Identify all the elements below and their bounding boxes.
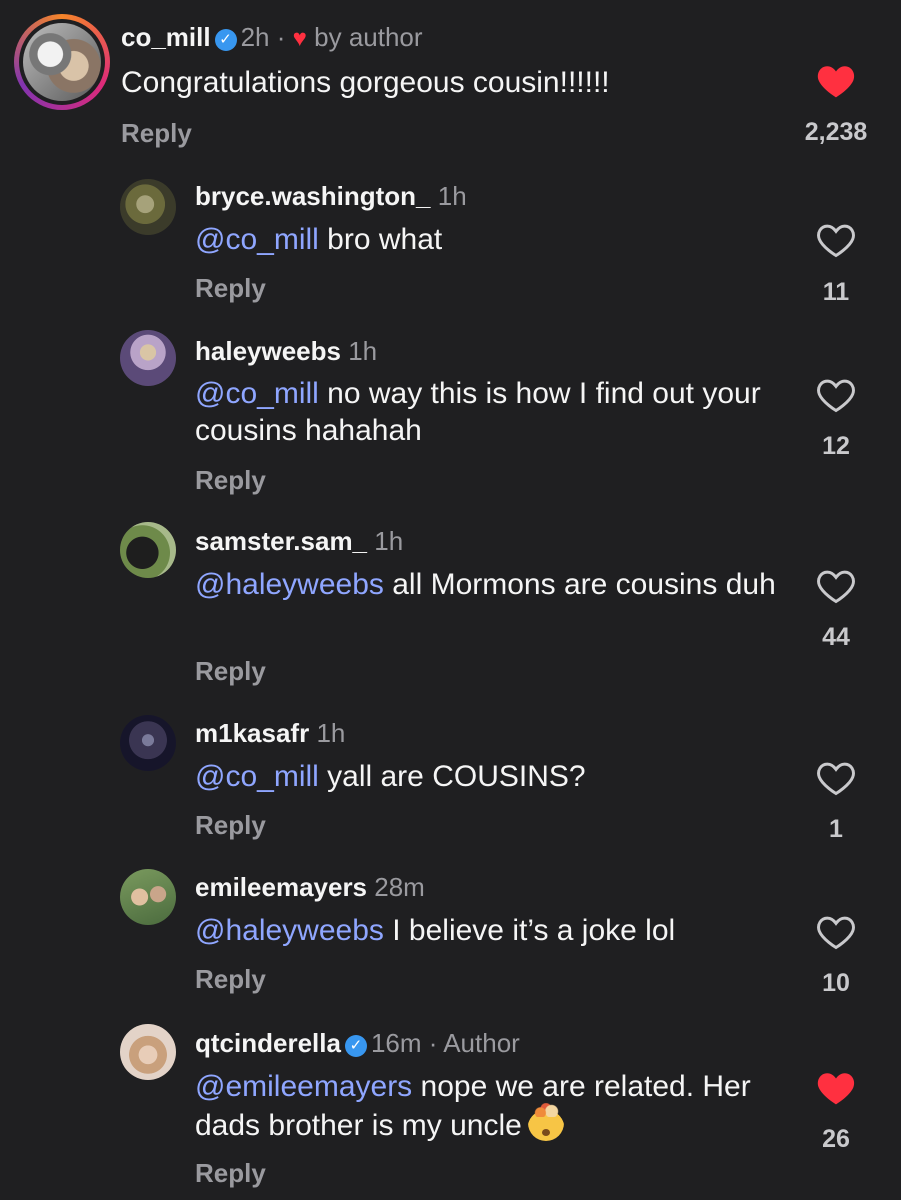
comment-header: haleyweebs 1h [195, 336, 377, 367]
comment-text: @co_mill no way this is how I find out y… [195, 375, 785, 449]
liked-by-author-label: by author [314, 22, 423, 52]
avatar[interactable] [120, 869, 176, 925]
like-count: 10 [822, 969, 850, 997]
comment-body: Congratulations gorgeous cousin!!!!!! [121, 66, 610, 99]
avatar-image [23, 23, 101, 101]
reply-button[interactable]: Reply [195, 465, 266, 496]
comment-header: emileemayers 28m [195, 872, 425, 903]
timestamp: 16m [370, 1028, 422, 1058]
like-heart-icon[interactable] [816, 760, 856, 796]
reply-emileemayers: emileemayers 28m @haleyweebs I believe i… [0, 856, 901, 1006]
like-heart-icon[interactable] [816, 377, 856, 413]
timestamp: 1h [374, 526, 404, 556]
like-count: 44 [822, 623, 850, 651]
mention-link[interactable]: @emileemayers [195, 1070, 412, 1103]
reply-button[interactable]: Reply [195, 964, 266, 995]
liked-by-author-heart-icon: ♥ [292, 25, 307, 52]
like-count: 1 [829, 815, 843, 843]
reply-bryce-washington: bryce.washington_ 1h @co_mill bro what R… [0, 165, 901, 315]
verified-badge-icon: ✓ [344, 1035, 367, 1057]
like-count: 11 [822, 278, 850, 306]
comment-co-mill: co_mill ✓ 2h · ♥ by author Congratulations… [0, 0, 901, 165]
separator: · [276, 22, 286, 52]
avatar[interactable] [120, 715, 176, 771]
comment-body: bro what [318, 223, 443, 256]
like-heart-icon[interactable] [816, 63, 856, 99]
separator: · [428, 1028, 438, 1058]
avatar[interactable] [120, 179, 176, 235]
comment-text: @haleyweebs I believe it’s a joke lol [195, 912, 795, 949]
reply-button[interactable]: Reply [195, 273, 266, 304]
comment-header: m1kasafr 1h [195, 718, 345, 749]
username[interactable]: co_mill [121, 22, 211, 52]
mention-link[interactable]: @co_mill [195, 377, 319, 410]
reply-button[interactable]: Reply [195, 1158, 266, 1189]
mention-link[interactable]: @co_mill [195, 760, 319, 793]
avatar[interactable] [120, 330, 176, 386]
like-heart-icon[interactable] [816, 914, 856, 950]
like-count: 26 [822, 1125, 850, 1153]
username[interactable]: haleyweebs [195, 336, 341, 366]
comment-header: bryce.washington_ 1h [195, 181, 467, 212]
like-count: 12 [822, 432, 850, 460]
timestamp: 1h [437, 181, 467, 211]
reply-samster-sam: samster.sam_ 1h @haleyweebs all Mormons … [0, 510, 901, 695]
reply-qtcinderella: qtcinderella ✓ 16m · Author @emileemayers … [0, 1012, 901, 1200]
username[interactable]: m1kasafr [195, 718, 309, 748]
timestamp: 1h [316, 718, 346, 748]
comment-body: yall are COUSINS? [318, 760, 586, 793]
username[interactable]: emileemayers [195, 872, 367, 902]
comment-text: @co_mill yall are COUSINS? [195, 758, 795, 795]
like-heart-icon[interactable] [816, 1070, 856, 1106]
comment-header: samster.sam_ 1h [195, 526, 403, 557]
comment-body: all Mormons are cousins duh [383, 568, 776, 601]
username[interactable]: samster.sam_ [195, 526, 367, 556]
reply-m1kasafr: m1kasafr 1h @co_mill yall are COUSINS? R… [0, 702, 901, 852]
comment-text: @emileemayers nope we are related. Her d… [195, 1068, 785, 1144]
reply-button[interactable]: Reply [121, 118, 192, 149]
mention-link[interactable]: @haleyweebs [195, 568, 384, 601]
reply-button[interactable]: Reply [195, 810, 266, 841]
comment-text: Congratulations gorgeous cousin!!!!!! [121, 64, 771, 101]
username[interactable]: qtcinderella [195, 1028, 341, 1058]
avatar[interactable] [120, 1024, 176, 1080]
username[interactable]: bryce.washington_ [195, 181, 431, 211]
avatar[interactable] [120, 522, 176, 578]
comment-header: qtcinderella ✓ 16m · Author [195, 1028, 520, 1059]
verified-badge-icon: ✓ [214, 29, 237, 51]
author-label: Author [443, 1028, 520, 1058]
like-count: 2,238 [804, 118, 868, 146]
reply-button[interactable]: Reply [195, 656, 266, 687]
comment-header: co_mill ✓ 2h · ♥ by author [121, 22, 423, 53]
avatar[interactable] [14, 14, 110, 110]
comment-text: @haleyweebs all Mormons are cousins duh [195, 566, 785, 603]
mention-link[interactable]: @haleyweebs [195, 914, 384, 947]
comment-body: I believe it’s a joke lol [383, 914, 676, 947]
timestamp: 2h [240, 22, 270, 52]
comment-text: @co_mill bro what [195, 221, 795, 258]
timestamp: 1h [348, 336, 378, 366]
reply-haleyweebs: haleyweebs 1h @co_mill no way this is ho… [0, 320, 901, 505]
mention-link[interactable]: @co_mill [195, 223, 319, 256]
timestamp: 28m [374, 872, 425, 902]
like-heart-icon[interactable] [816, 568, 856, 604]
like-heart-icon[interactable] [816, 222, 856, 258]
exploding-head-emoji-icon [527, 1103, 564, 1141]
